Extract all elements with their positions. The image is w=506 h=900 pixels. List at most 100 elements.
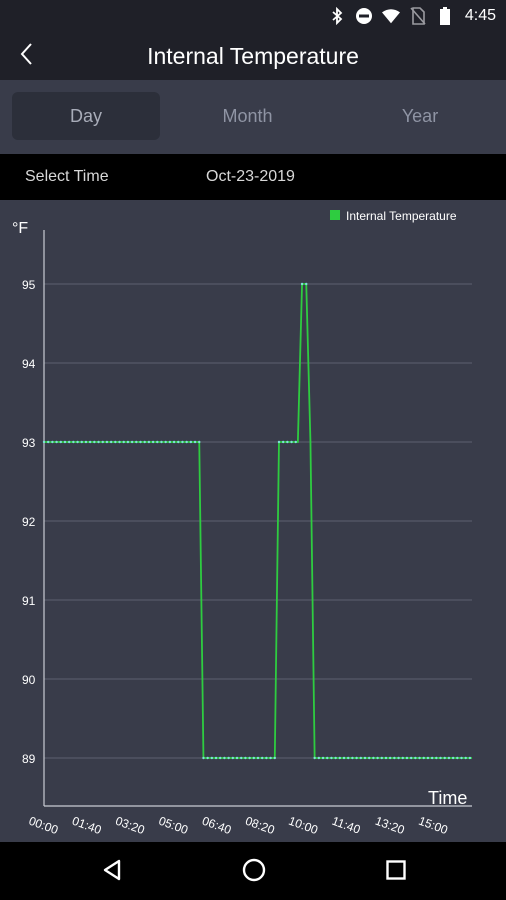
- data-point: [405, 756, 409, 760]
- data-point: [313, 756, 316, 760]
- data-point: [393, 756, 396, 760]
- data-point: [418, 756, 421, 760]
- data-point: [414, 756, 417, 760]
- data-point: [235, 756, 239, 760]
- data-point: [193, 440, 197, 444]
- data-point: [451, 756, 455, 760]
- data-point: [177, 440, 180, 444]
- nav-home-button[interactable]: [238, 856, 270, 888]
- data-point: [409, 756, 413, 760]
- data-point: [42, 440, 46, 444]
- data-point: [388, 756, 392, 760]
- nav-recents-button[interactable]: [380, 856, 412, 888]
- data-point: [202, 756, 205, 760]
- y-tick-label: 91: [22, 594, 36, 608]
- back-button[interactable]: [10, 40, 42, 72]
- tab-year[interactable]: Year: [340, 92, 500, 140]
- data-point: [51, 440, 54, 444]
- page-title: Internal Temperature: [147, 42, 359, 69]
- data-point: [46, 440, 50, 444]
- data-point: [189, 440, 193, 444]
- data-point: [380, 756, 383, 760]
- data-point: [101, 440, 104, 444]
- data-point: [372, 756, 375, 760]
- data-point: [147, 440, 151, 444]
- select-time-label: Select Time: [25, 168, 109, 185]
- status-bar: 4:45: [0, 0, 506, 32]
- data-point: [422, 756, 425, 760]
- data-point: [97, 440, 100, 444]
- data-point: [443, 756, 446, 760]
- data-point: [55, 440, 58, 444]
- bluetooth-icon: [328, 7, 346, 25]
- data-point: [265, 756, 268, 760]
- data-point: [334, 756, 337, 760]
- data-point: [384, 756, 388, 760]
- data-point: [281, 440, 285, 444]
- no-sim-icon: [409, 7, 427, 25]
- data-point: [456, 756, 459, 760]
- back-triangle-icon: [101, 859, 123, 886]
- data-point: [227, 756, 230, 760]
- data-point: [351, 756, 354, 760]
- data-point: [93, 440, 96, 444]
- data-point: [342, 756, 346, 760]
- data-point: [114, 440, 117, 444]
- data-point: [67, 440, 71, 444]
- y-tick-label: 89: [22, 752, 36, 766]
- data-point: [248, 756, 251, 760]
- nav-back-button[interactable]: [96, 856, 128, 888]
- data-point: [256, 756, 260, 760]
- data-point: [160, 440, 163, 444]
- data-point: [367, 756, 371, 760]
- chevron-left-icon: [19, 42, 33, 71]
- y-tick-label: 94: [22, 357, 36, 371]
- data-point: [130, 440, 134, 444]
- data-point: [460, 756, 463, 760]
- data-point: [139, 440, 142, 444]
- data-point: [143, 440, 146, 444]
- data-point: [105, 440, 109, 444]
- data-point: [223, 756, 226, 760]
- data-point: [185, 440, 188, 444]
- data-point: [363, 756, 367, 760]
- x-tick-label: 10:00: [287, 814, 320, 838]
- data-point: [464, 756, 467, 760]
- data-point: [290, 440, 293, 444]
- status-time: 4:45: [464, 7, 496, 24]
- x-tick-label: 06:40: [200, 814, 233, 838]
- data-point: [330, 756, 333, 760]
- do-not-disturb-icon: [355, 7, 373, 25]
- data-point: [326, 756, 329, 760]
- tab-month[interactable]: Month: [170, 92, 325, 140]
- data-point: [126, 440, 130, 444]
- x-tick-label: 01:40: [70, 814, 103, 838]
- data-point: [156, 440, 159, 444]
- y-tick-label: 92: [22, 515, 36, 529]
- data-point: [181, 440, 184, 444]
- data-point: [401, 756, 404, 760]
- data-point: [435, 756, 438, 760]
- legend-label: Internal Temperature: [346, 209, 457, 223]
- x-tick-label: 11:40: [330, 814, 362, 837]
- date-picker[interactable]: Oct-23-2019: [206, 168, 295, 186]
- data-point: [214, 756, 218, 760]
- data-point: [277, 440, 281, 444]
- data-point: [135, 440, 138, 444]
- home-circle-icon: [242, 858, 266, 887]
- data-point: [198, 440, 201, 444]
- data-point: [260, 756, 264, 760]
- data-point: [273, 756, 276, 760]
- data-point: [300, 282, 304, 286]
- data-point: [109, 440, 113, 444]
- y-tick-label: 90: [22, 673, 36, 687]
- tab-day[interactable]: Day: [12, 92, 160, 140]
- wifi-icon: [381, 7, 400, 25]
- data-point: [317, 756, 321, 760]
- temperature-chart: 95 94 93 92 91 90 89 °F Time 00:00 01:40 03:20 05:00…: [0, 200, 506, 842]
- data-point: [355, 756, 358, 760]
- data-point: [172, 440, 176, 444]
- recents-square-icon: [386, 859, 406, 885]
- time-selector: Select Time Oct-23-2019: [0, 154, 506, 200]
- data-point: [359, 756, 363, 760]
